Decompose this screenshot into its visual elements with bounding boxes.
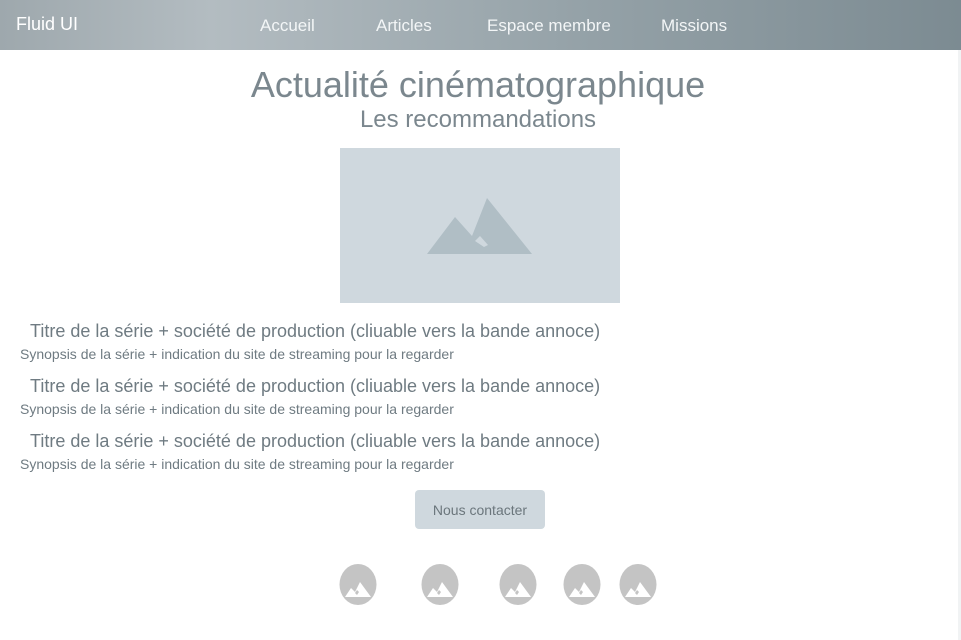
series-title-link-3[interactable]: Titre de la série + société de productio… <box>30 431 600 452</box>
page-subtitle: Les recommandations <box>359 106 597 133</box>
footer-icon-5[interactable] <box>619 564 657 605</box>
nav-link-member-area[interactable]: Espace membre <box>487 16 611 36</box>
image-placeholder-icon <box>563 564 601 605</box>
nav-link-missions[interactable]: Missions <box>661 16 727 36</box>
image-placeholder-icon <box>499 564 537 605</box>
top-navigation-bar: Fluid UI Accueil Articles Espace membre … <box>0 0 961 50</box>
contact-button[interactable]: Nous contacter <box>415 490 545 529</box>
page-title: Actualité cinématographique <box>250 64 706 105</box>
nav-link-articles[interactable]: Articles <box>376 16 432 36</box>
footer-icon-3[interactable] <box>499 564 537 605</box>
nav-link-home[interactable]: Accueil <box>260 16 315 36</box>
image-placeholder-icon <box>339 564 377 605</box>
brand-logo-text: Fluid UI <box>16 14 79 34</box>
image-placeholder-icon <box>619 564 657 605</box>
series-title-link-2[interactable]: Titre de la série + société de productio… <box>30 376 600 397</box>
image-placeholder-icon <box>427 198 532 254</box>
footer-icon-2[interactable] <box>421 564 459 605</box>
series-synopsis-3: Synopsis de la série + indication du sit… <box>20 456 454 472</box>
hero-image-placeholder <box>340 148 620 303</box>
series-synopsis-1: Synopsis de la série + indication du sit… <box>20 346 454 362</box>
footer-icon-1[interactable] <box>339 564 377 605</box>
series-synopsis-2: Synopsis de la série + indication du sit… <box>20 401 454 417</box>
series-title-link-1[interactable]: Titre de la série + société de productio… <box>30 321 600 342</box>
image-placeholder-icon <box>421 564 459 605</box>
footer-icon-4[interactable] <box>563 564 601 605</box>
